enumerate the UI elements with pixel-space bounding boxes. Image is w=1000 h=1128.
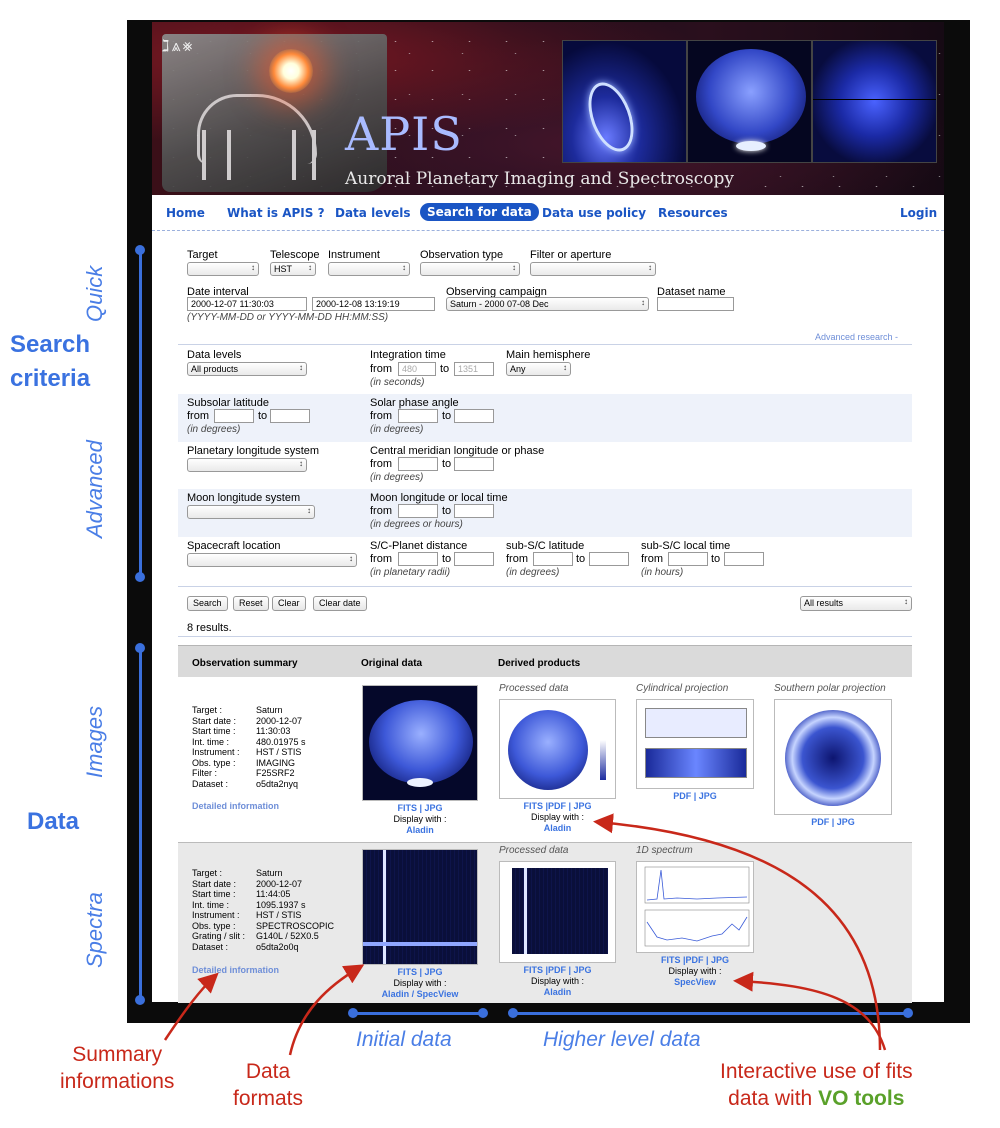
annotation-arrows	[163, 813, 887, 1056]
